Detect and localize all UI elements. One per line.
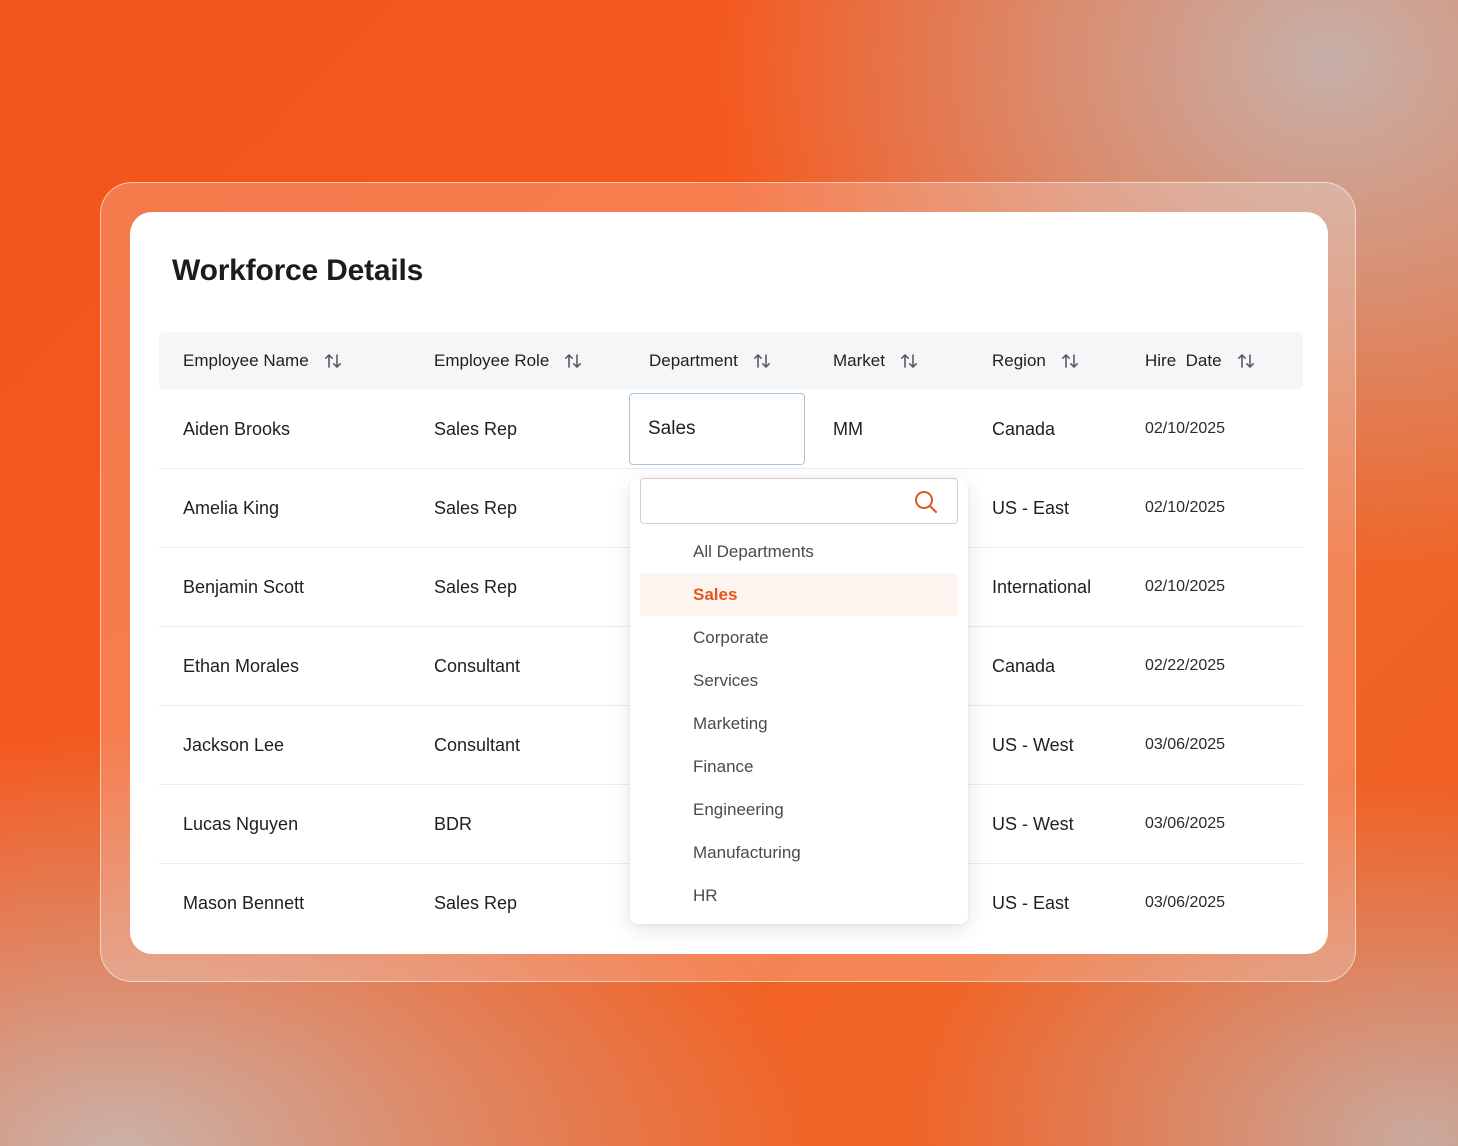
cell-region: International (992, 576, 1092, 597)
dropdown-search-box[interactable] (640, 478, 958, 524)
cell-region: Canada (992, 655, 1056, 676)
cell-employee-role: Consultant (434, 734, 521, 755)
table-row[interactable]: Aiden Brooks Sales Rep Sales MM Canada 0… (159, 390, 1303, 469)
sort-arrows-icon[interactable] (752, 351, 772, 371)
cell-employee-name: Aiden Brooks (183, 418, 291, 439)
dropdown-option-hr[interactable]: HR (640, 874, 958, 917)
cell-employee-name: Benjamin Scott (183, 576, 305, 597)
table-header: Employee Name Employee Role Department M… (159, 332, 1303, 390)
cell-employee-name: Mason Bennett (183, 892, 305, 913)
cell-hire-date: 02/10/2025 (1145, 578, 1226, 595)
cell-hire-date: 03/06/2025 (1145, 736, 1226, 753)
dropdown-option-finance[interactable]: Finance (640, 745, 958, 788)
header-hire-date[interactable]: Hire Date (1145, 332, 1256, 390)
dropdown-option-marketing[interactable]: Marketing (640, 702, 958, 745)
cell-employee-name: Amelia King (183, 497, 280, 518)
cell-hire-date: 02/10/2025 (1145, 420, 1226, 437)
cell-region: US - West (992, 734, 1074, 755)
header-employee-name[interactable]: Employee Name (183, 332, 343, 390)
cell-hire-date: 02/22/2025 (1145, 657, 1226, 674)
page-title: Workforce Details (172, 254, 424, 287)
department-dropdown: All Departments Sales Corporate Services… (630, 478, 968, 924)
dropdown-options: All Departments Sales Corporate Services… (640, 530, 958, 917)
sort-arrows-icon[interactable] (899, 351, 919, 371)
dropdown-option-engineering[interactable]: Engineering (640, 788, 958, 831)
sort-arrows-icon[interactable] (1236, 351, 1256, 371)
workforce-card: Workforce Details Employee Name Employee… (130, 212, 1328, 954)
sort-arrows-icon[interactable] (1060, 351, 1080, 371)
dropdown-option-manufacturing[interactable]: Manufacturing (640, 831, 958, 874)
header-department[interactable]: Department (649, 332, 772, 390)
cell-employee-role: Sales Rep (434, 418, 518, 439)
header-employee-role[interactable]: Employee Role (434, 332, 583, 390)
cell-employee-name: Lucas Nguyen (183, 813, 299, 834)
cell-employee-role: Consultant (434, 655, 521, 676)
cell-employee-role: Sales Rep (434, 576, 518, 597)
cell-hire-date: 02/10/2025 (1145, 499, 1226, 516)
dropdown-option-sales[interactable]: Sales (640, 573, 958, 616)
department-search-input[interactable] (651, 487, 905, 517)
dropdown-option-services[interactable]: Services (640, 659, 958, 702)
cell-hire-date: 03/06/2025 (1145, 815, 1226, 832)
department-select[interactable]: Sales (629, 393, 805, 465)
search-icon[interactable] (913, 489, 939, 515)
cell-employee-name: Ethan Morales (183, 655, 300, 676)
cell-region: US - East (992, 497, 1070, 518)
cell-employee-role: Sales Rep (434, 497, 518, 518)
cell-region: Canada (992, 418, 1056, 439)
cell-region: US - East (992, 892, 1070, 913)
dropdown-option-corporate[interactable]: Corporate (640, 616, 958, 659)
cell-hire-date: 03/06/2025 (1145, 894, 1226, 911)
cell-employee-name: Jackson Lee (183, 734, 285, 755)
cell-employee-role: BDR (434, 813, 473, 834)
cell-market: MM (833, 418, 863, 439)
cell-employee-role: Sales Rep (434, 892, 518, 913)
cell-region: US - West (992, 813, 1074, 834)
header-region[interactable]: Region (992, 332, 1080, 390)
dropdown-option-all-departments[interactable]: All Departments (640, 530, 958, 573)
header-market[interactable]: Market (833, 332, 919, 390)
sort-arrows-icon[interactable] (323, 351, 343, 371)
sort-arrows-icon[interactable] (563, 351, 583, 371)
